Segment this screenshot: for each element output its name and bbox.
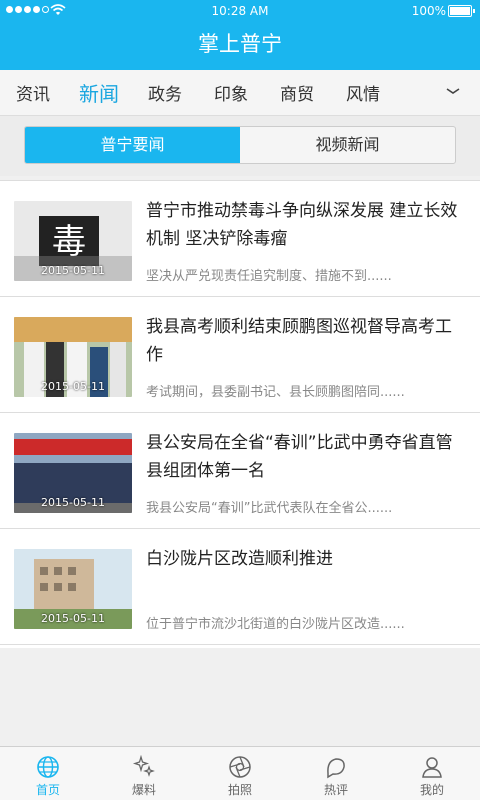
news-title: 普宁市推动禁毒斗争向纵深发展 建立长效机制 坚决铲除毒瘤 (146, 201, 458, 249)
news-title: 县公安局在全省“春训”比武中勇夺省直管县组团体第一名 (146, 433, 453, 481)
battery-percent: 100% (411, 4, 446, 18)
battery-icon (448, 5, 475, 17)
news-item[interactable]: 2015-05-11 白沙陇片区改造顺利推进 位于普宁市流沙北街道的白沙陇片区改… (0, 529, 480, 645)
tab-photo-label: 拍照 (227, 783, 252, 797)
tab-puning-news[interactable]: 普宁要闻 (25, 127, 240, 163)
news-summary: 位于普宁市流沙北街道的白沙陇片区改造...... (146, 617, 405, 632)
category-tab-customs[interactable]: 风情 (330, 80, 396, 105)
status-time: 10:28 AM (211, 4, 269, 18)
tab-comments[interactable]: 热评 (288, 747, 384, 800)
segment-bar: 普宁要闻 视频新闻 (0, 116, 480, 176)
news-date: 2015-05-11 (41, 380, 105, 393)
category-tab-impression[interactable]: 印象 (198, 80, 264, 105)
news-title: 白沙陇片区改造顺利推进 (146, 549, 333, 569)
tab-home-label: 首页 (35, 783, 60, 797)
tab-comments-label: 热评 (323, 783, 348, 797)
app-title: 掌上普宁 (198, 32, 282, 56)
news-summary: 坚决从严兑现责任追究制度、措施不到...... (146, 269, 392, 284)
status-bar: 10:28 AM 100% (0, 0, 480, 22)
category-nav: 资讯 新闻 政务 印象 商贸 风情 (0, 70, 480, 116)
news-date: 2015-05-11 (41, 264, 105, 277)
news-thumbnail: 2015-05-11 (14, 433, 132, 513)
bottom-tab-bar: 首页 爆料 拍照 热评 我的 (0, 746, 480, 800)
news-item[interactable]: 2015-05-11 我县高考顺利结束顾鹏图巡视督导高考工作 考试期间，县委副书… (0, 297, 480, 413)
segmented-control: 普宁要闻 视频新闻 (24, 126, 456, 164)
comment-icon (327, 758, 345, 779)
user-icon (422, 757, 442, 778)
news-date: 2015-05-11 (41, 612, 105, 625)
news-date: 2015-05-11 (41, 496, 105, 509)
news-thumbnail: 2015-05-11 (14, 317, 132, 397)
app-header: 10:28 AM 100% 掌上普宁 (0, 0, 480, 70)
news-item[interactable]: 2015-05-11 县公安局在全省“春训”比武中勇夺省直管县组团体第一名 我县… (0, 413, 480, 529)
tab-profile[interactable]: 我的 (384, 747, 480, 800)
globe-icon (37, 756, 59, 778)
tab-photo[interactable]: 拍照 (192, 747, 288, 800)
tab-tip-label: 爆料 (131, 783, 156, 797)
category-tab-info[interactable]: 资讯 (0, 80, 66, 105)
news-title: 我县高考顺利结束顾鹏图巡视督导高考工作 (146, 317, 452, 365)
news-summary: 考试期间，县委副书记、县长顾鹏图陪同...... (146, 385, 405, 400)
category-tab-government[interactable]: 政务 (132, 80, 198, 105)
tab-home[interactable]: 首页 (0, 747, 96, 800)
news-thumbnail: 毒 2015-05-11 (14, 201, 132, 281)
camera-aperture-icon (229, 756, 251, 778)
category-tab-commerce[interactable]: 商贸 (264, 80, 330, 105)
tab-video-news[interactable]: 视频新闻 (240, 127, 455, 163)
news-item[interactable]: 毒 2015-05-11 普宁市推动禁毒斗争向纵深发展 建立长效机制 坚决铲除毒… (0, 181, 480, 297)
sparkle-icon (132, 755, 155, 777)
category-tab-news[interactable]: 新闻 (66, 78, 132, 107)
tab-profile-label: 我的 (419, 783, 444, 797)
news-list: 毒 2015-05-11 普宁市推动禁毒斗争向纵深发展 建立长效机制 坚决铲除毒… (0, 180, 480, 648)
news-summary: 我县公安局“春训”比武代表队在全省公...... (146, 501, 393, 516)
news-thumbnail: 2015-05-11 (14, 549, 132, 629)
tab-tip[interactable]: 爆料 (96, 747, 192, 800)
chevron-down-icon[interactable] (444, 82, 462, 100)
